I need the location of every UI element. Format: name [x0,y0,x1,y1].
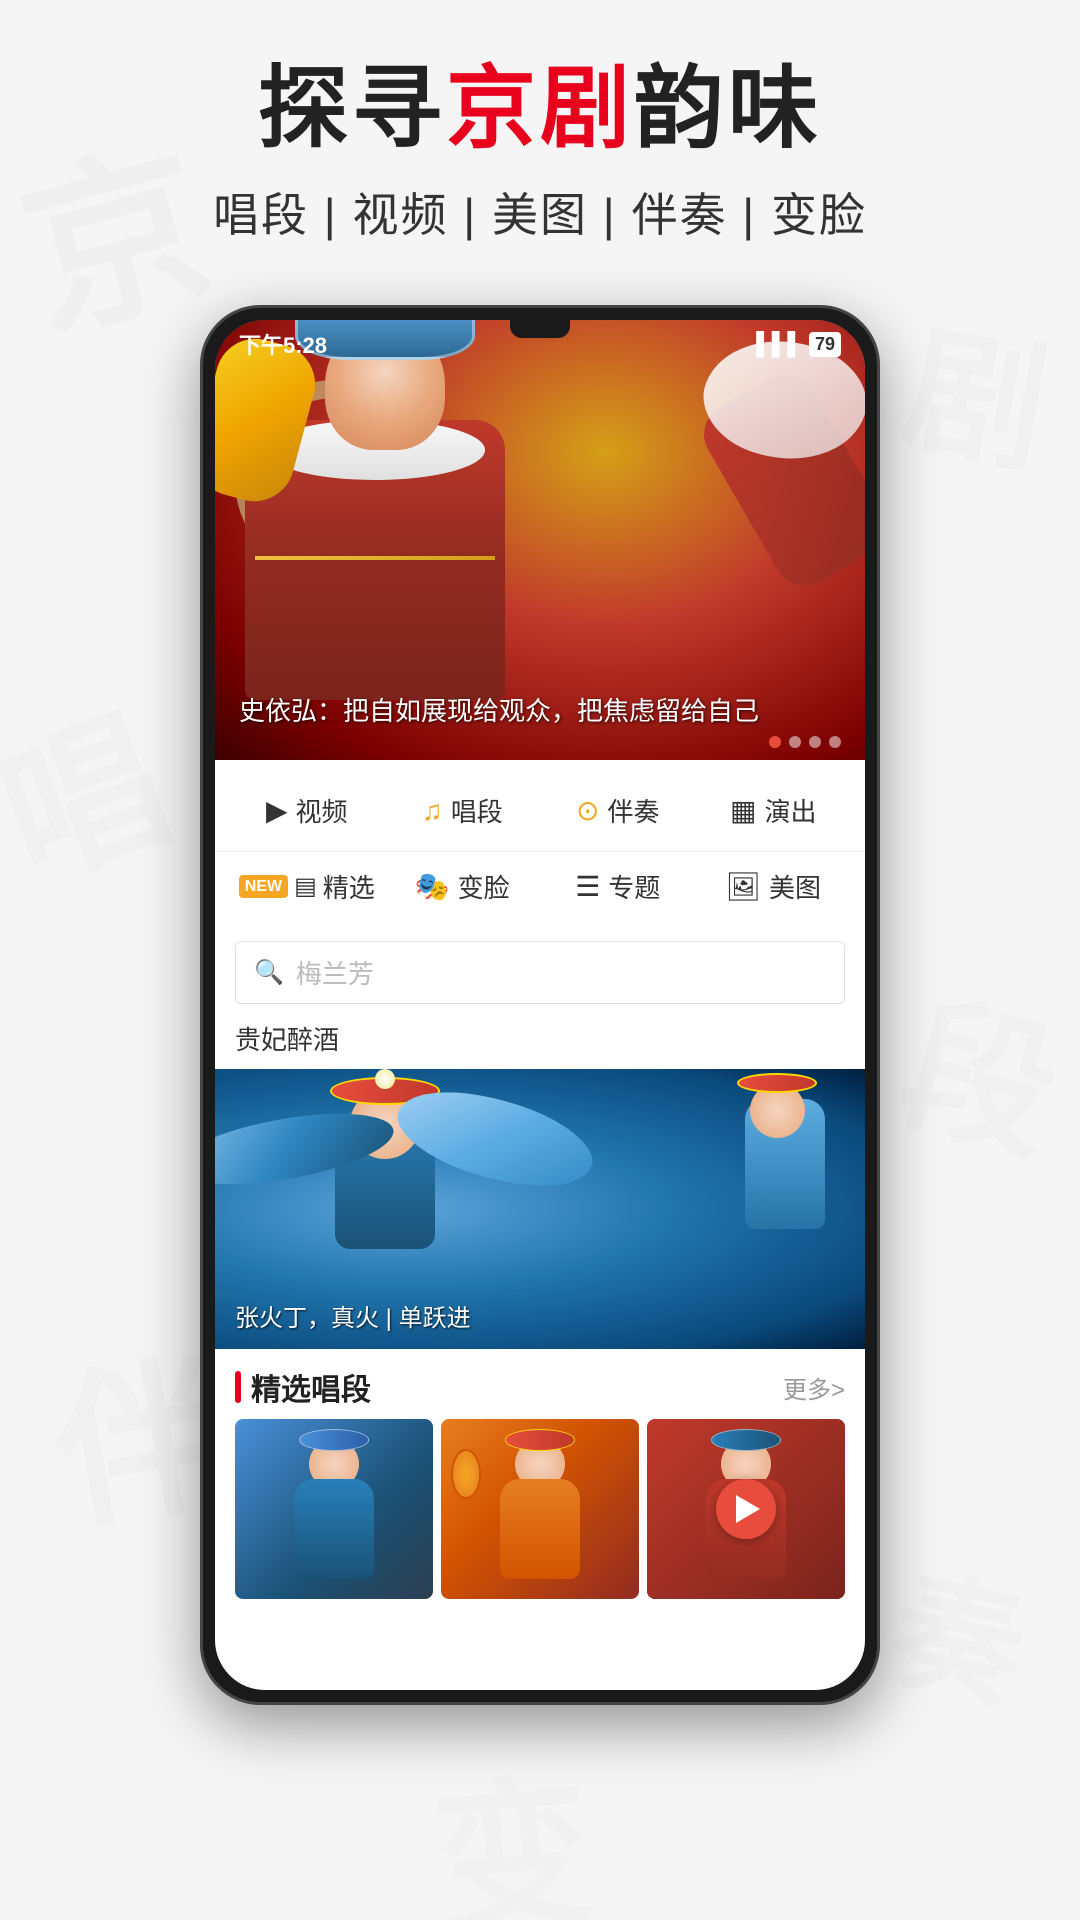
menu-mask[interactable]: 🎭 变脸 [387,856,539,917]
title-part1: 探寻 [258,59,446,159]
menu-performance[interactable]: ▦ 演出 [698,780,850,841]
mask-icon: 🎭 [415,873,450,901]
signal-icon: ▌▌▌ [756,331,803,357]
section-title-bar [235,1371,241,1403]
thumb-1[interactable] [235,1419,433,1599]
topic-label: 专题 [608,868,660,905]
accompaniment-label: 伴奏 [607,792,659,829]
hero-caption: 史依弘：把自如展现给观众，把焦虑留给自己 [239,691,841,728]
thumb3-headdress [711,1429,781,1451]
thumb1-headdress [299,1429,369,1451]
singing-icon: ♫ [422,797,443,825]
dancer2-headdress [737,1073,817,1093]
thumb2-headdress [505,1429,575,1451]
title-highlight: 京剧 [446,59,634,159]
photos-label: 美图 [769,868,821,905]
dot-2 [789,736,801,748]
search-suggestion[interactable]: 贵妃醉酒 [215,1012,865,1069]
phone-container: 下午5:28 ▌▌▌ 79 [0,305,1080,1705]
accompaniment-icon: ⊙ [576,797,599,825]
section-more[interactable]: 更多> [783,1370,845,1405]
thumb2-body [500,1479,580,1579]
menu-topic[interactable]: ☰ 专题 [542,856,694,917]
thumb2-art [441,1419,639,1599]
status-time: 下午5:28 [239,328,327,360]
video-icon: ▶ [266,797,288,825]
dot-4 [829,736,841,748]
video-caption: 张火丁，真火 | 单跃进 [235,1298,471,1333]
search-icon: 🔍 [254,958,284,987]
feature-video[interactable]: 张火丁，真火 | 单跃进 [215,1069,865,1349]
section-header: 精选唱段 更多> [215,1349,865,1419]
thumb-2[interactable] [441,1419,639,1599]
menu-row-1: ▶ 视频 ♫ 唱段 ⊙ 伴奏 ▦ 演出 [215,760,865,852]
menu-accompaniment[interactable]: ⊙ 伴奏 [542,780,694,841]
play-button[interactable] [716,1479,776,1539]
app-content: ▶ 视频 ♫ 唱段 ⊙ 伴奏 ▦ 演出 [215,760,865,1599]
section-title: 精选唱段 [235,1365,371,1409]
new-badge: NEW [239,875,288,898]
battery-indicator: 79 [809,332,841,357]
thumbnail-row [215,1419,865,1599]
dot-1 [769,736,781,748]
lantern [451,1449,481,1499]
title-part2: 韵味 [634,59,822,159]
costume-trim [255,556,495,560]
hero-image[interactable]: 史依弘：把自如展现给观众，把焦虑留给自己 [215,320,865,760]
search-bar[interactable]: 🔍 梅兰芳 [235,941,845,1004]
phone-screen: 下午5:28 ▌▌▌ 79 [215,320,865,1690]
play-triangle [736,1495,760,1523]
main-title: 探寻京剧韵味 [60,60,1020,159]
menu-selected[interactable]: NEW ▤ 精选 [231,856,383,917]
thumb1-body [294,1479,374,1579]
selected-with-badge: NEW ▤ 精选 [239,868,375,905]
app-header: 探寻京剧韵味 唱段 | 视频 | 美图 | 伴奏 | 变脸 [0,0,1080,265]
menu-singing[interactable]: ♫ 唱段 [387,780,539,841]
selected-label: 精选 [323,868,375,905]
photos-icon: 🖼 [725,873,761,901]
topic-icon: ☰ [575,873,600,901]
phone-mockup: 下午5:28 ▌▌▌ 79 [200,305,880,1705]
header-subtitle: 唱段 | 视频 | 美图 | 伴奏 | 变脸 [60,179,1020,245]
performance-icon: ▦ [730,797,756,825]
section-title-text: 精选唱段 [251,1365,371,1409]
thumb1-art [235,1419,433,1599]
menu-video[interactable]: ▶ 视频 [231,780,383,841]
search-placeholder: 梅兰芳 [296,954,374,991]
menu-photos[interactable]: 🖼 美图 [698,856,850,917]
mask-label: 变脸 [458,868,510,905]
dancer-ornament [375,1069,395,1089]
singing-label: 唱段 [451,792,503,829]
dot-3 [809,736,821,748]
phone-notch [510,320,570,338]
menu-row-2: NEW ▤ 精选 🎭 变脸 ☰ 专题 [215,852,865,933]
hero-dots [769,736,841,748]
selected-icon: ▤ [294,875,317,899]
thumb-3[interactable] [647,1419,845,1599]
performance-label: 演出 [764,792,816,829]
status-icons: ▌▌▌ 79 [756,331,841,357]
video-label: 视频 [296,792,348,829]
selected-inner: NEW ▤ 精选 [239,868,375,905]
